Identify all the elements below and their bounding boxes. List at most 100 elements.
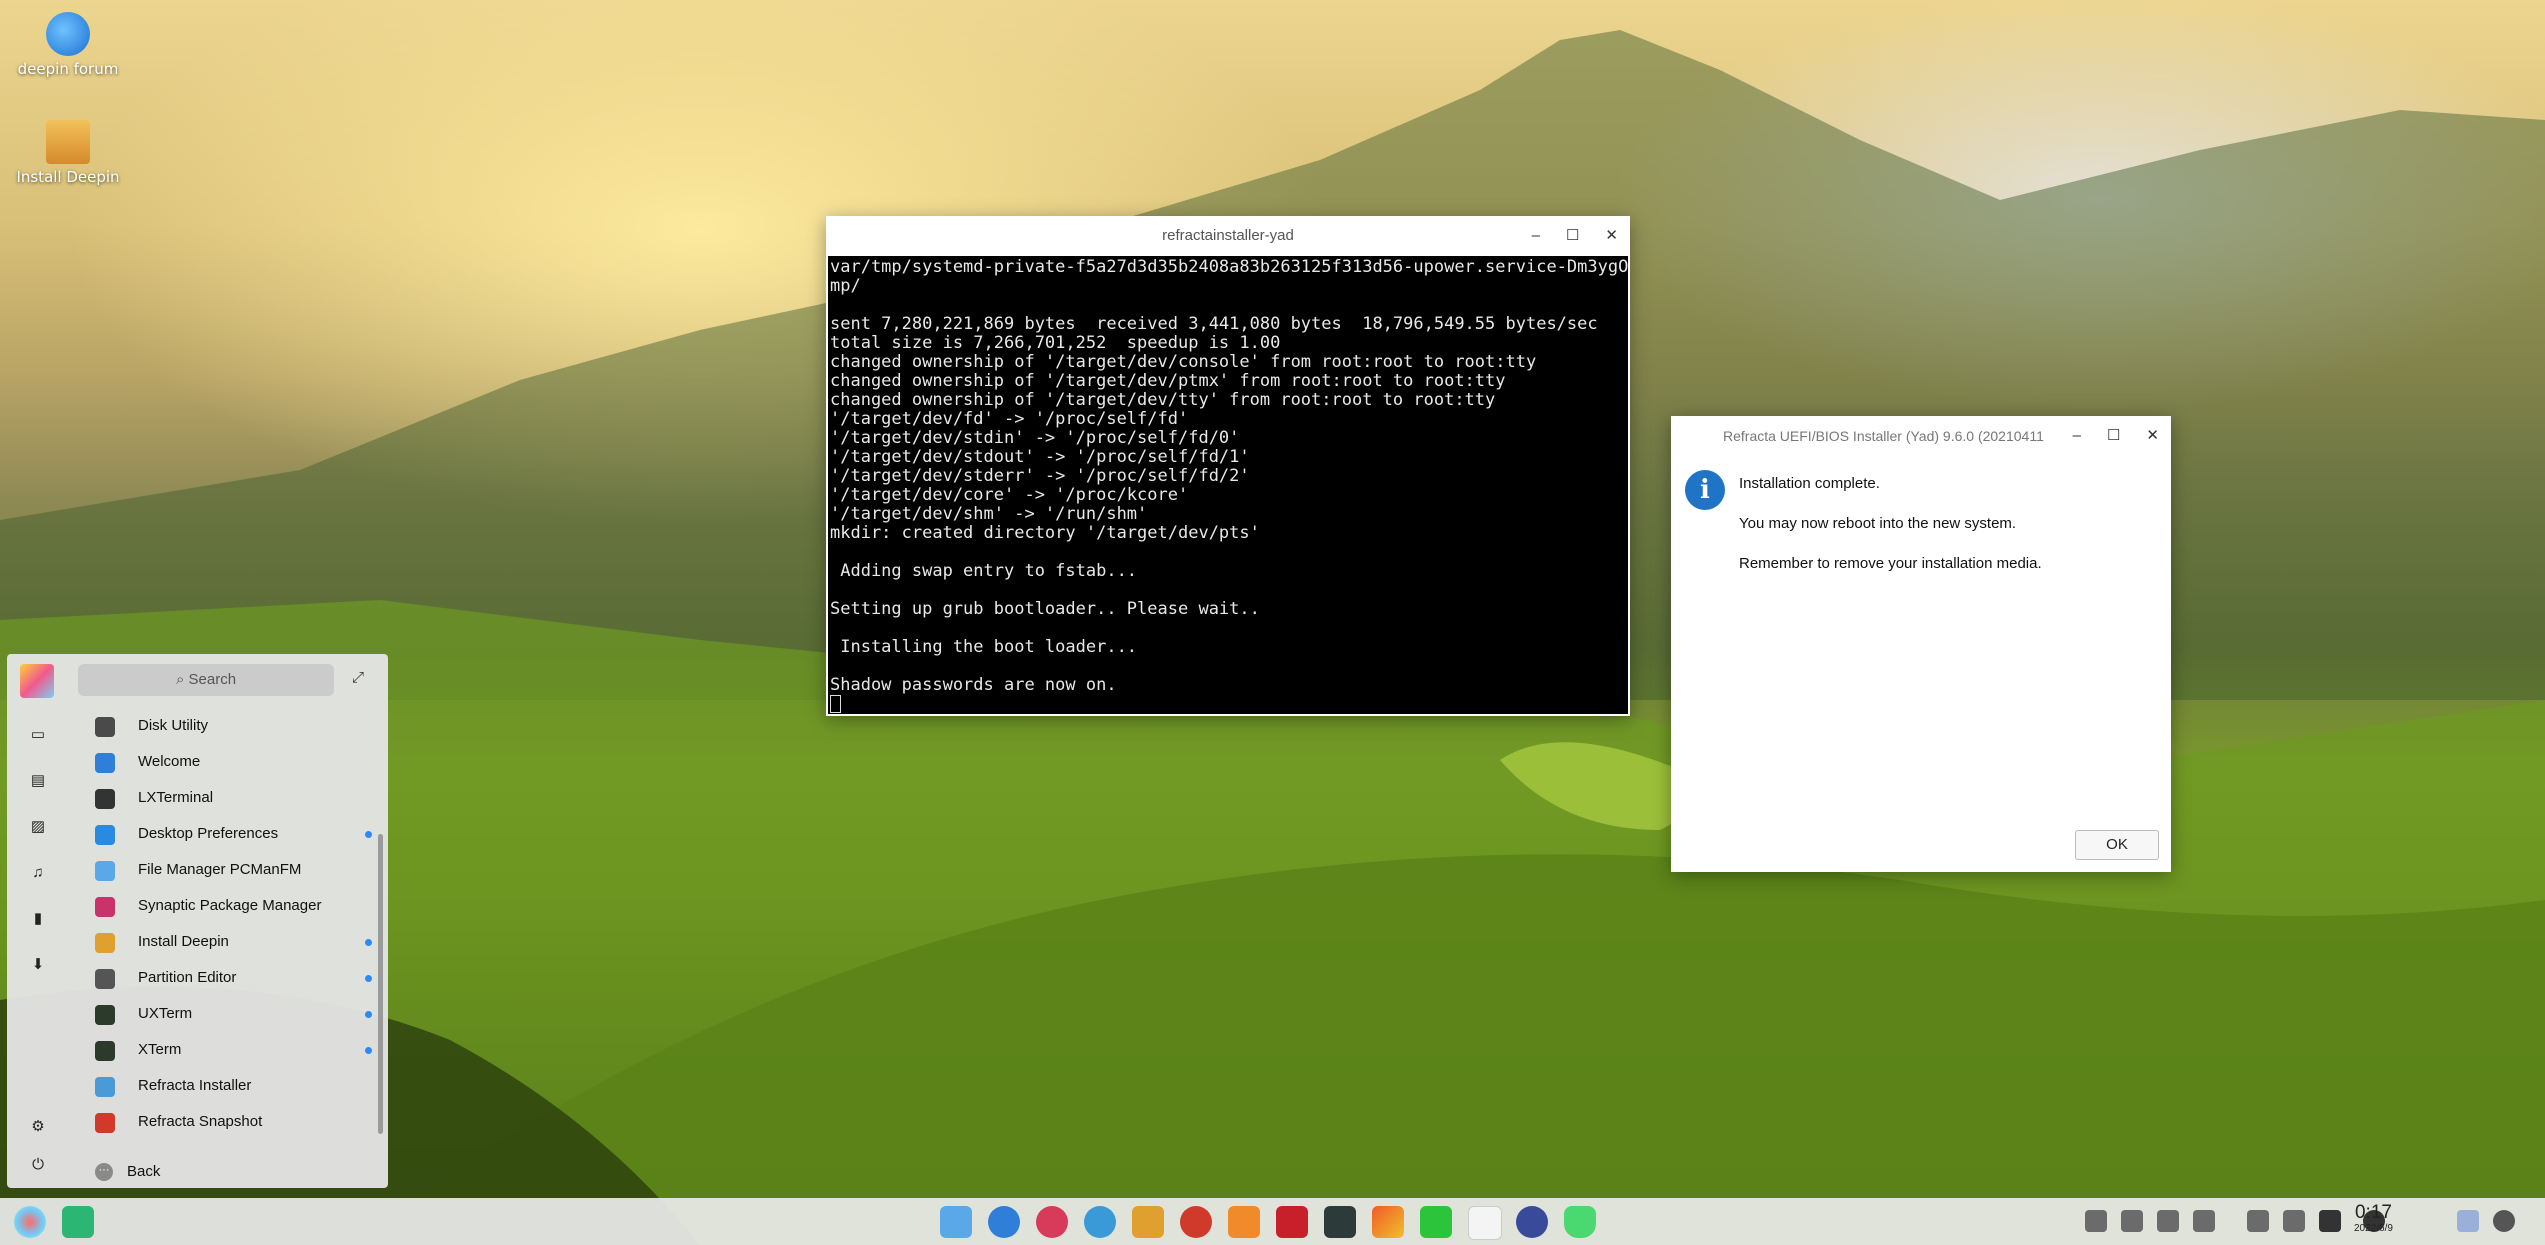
terminal-line: sent 7,280,221,869 bytes received 3,441,… [830, 314, 1598, 334]
maximize-icon[interactable]: ☐ [2107, 416, 2120, 456]
launcher-item[interactable]: Synaptic Package Manager [83, 888, 383, 924]
launcher-item[interactable]: Partition Editor [83, 960, 383, 996]
terminal-line: '/target/dev/stdout' -> '/proc/self/fd/1… [830, 447, 1250, 467]
chevron-right-icon[interactable] [2193, 1210, 2215, 1232]
refracta-installer-icon [95, 1077, 115, 1097]
terminal-titlebar[interactable]: refractainstaller-yad – ☐ ✕ [826, 216, 1630, 256]
dialog-titlebar[interactable]: Refracta UEFI/BIOS Installer (Yad) 9.6.0… [1671, 416, 2171, 456]
launcher-item[interactable]: File Manager PCManFM [83, 852, 383, 888]
launcher-item[interactable]: Disk Utility [83, 708, 383, 744]
volume-icon[interactable] [2121, 1210, 2143, 1232]
launcher-item[interactable]: XTerm [83, 1032, 383, 1068]
minimize-icon[interactable]: – [2073, 416, 2081, 456]
new-badge [365, 831, 372, 838]
image-viewer-icon[interactable] [1372, 1206, 1404, 1238]
screenshot-icon[interactable] [2247, 1210, 2269, 1232]
install-deepin-icon [46, 120, 90, 164]
settings-icon[interactable]: ⚙ [29, 1118, 47, 1136]
back-label: Back [127, 1163, 161, 1180]
scrollbar[interactable] [378, 834, 383, 1134]
launcher-item[interactable]: LXTerminal [83, 780, 383, 816]
launcher-item[interactable]: Refracta Installer [83, 1068, 383, 1104]
notification-icon[interactable] [2493, 1210, 2515, 1232]
close-icon[interactable]: ✕ [2146, 416, 2159, 456]
calendar-icon[interactable] [1468, 1206, 1502, 1240]
maximize-icon[interactable]: ☐ [1566, 216, 1579, 256]
pen-icon[interactable] [2157, 1210, 2179, 1232]
terminal-line: changed ownership of '/target/dev/ptmx' … [830, 371, 1506, 391]
launcher-item-label: Install Deepin [138, 933, 229, 950]
message-line: You may now reboot into the new system. [1739, 515, 2017, 532]
trash-icon[interactable] [2457, 1210, 2479, 1232]
search-icon[interactable] [2283, 1210, 2305, 1232]
terminal-output[interactable]: var/tmp/systemd-private-f5a27d3d35b2408a… [828, 256, 1628, 714]
new-badge [365, 1011, 372, 1018]
dialog-message: Installation complete. You may now reboo… [1739, 464, 2042, 584]
minimize-icon[interactable]: – [1532, 216, 1540, 256]
partition-editor-icon [95, 969, 115, 989]
search-icon: ⌕ [175, 671, 185, 688]
app-store-icon[interactable] [1228, 1206, 1260, 1238]
search-input[interactable]: ⌕ Search [78, 664, 334, 696]
file-manager-icon [95, 861, 115, 881]
launcher-item-label: Disk Utility [138, 717, 208, 734]
terminal-cursor [830, 695, 1626, 714]
desktop-icon-install-deepin[interactable]: Install Deepin [13, 120, 123, 186]
deepin-forum-icon [46, 12, 90, 56]
keyboard-icon[interactable] [2085, 1210, 2107, 1232]
lxterminal-icon [95, 789, 115, 809]
system-monitor-icon[interactable] [1516, 1206, 1548, 1238]
taskbar: 0:17 2022/6/9 [0, 1198, 2545, 1245]
avatar[interactable] [20, 664, 54, 698]
launcher-item-label: Welcome [138, 753, 201, 770]
cleaner-icon[interactable] [1564, 1206, 1596, 1238]
downloader-icon[interactable] [1036, 1206, 1068, 1238]
launcher-icon[interactable] [14, 1206, 46, 1238]
refracta-snapshot-icon[interactable] [1180, 1206, 1212, 1238]
clock[interactable]: 0:17 2022/6/9 [2354, 1203, 2393, 1235]
pictures-icon[interactable]: ▨ [29, 818, 47, 836]
terminal-line: var/tmp/systemd-private-f5a27d3d35b2408a… [830, 257, 1628, 277]
browser-icon[interactable] [988, 1206, 1020, 1238]
launcher-item[interactable]: Welcome [83, 744, 383, 780]
terminal-line: Installing the boot loader... [830, 637, 1138, 657]
back-button[interactable]: ··· Back [83, 1154, 383, 1190]
settings-icon[interactable] [1084, 1206, 1116, 1238]
installer-dialog[interactable]: Refracta UEFI/BIOS Installer (Yad) 9.6.0… [1671, 416, 2171, 872]
terminal-line: '/target/dev/stderr' -> '/proc/self/fd/2… [830, 466, 1250, 486]
message-line: Installation complete. [1739, 475, 1880, 492]
terminal-icon[interactable] [1276, 1206, 1308, 1238]
multitasking-icon[interactable] [62, 1206, 94, 1238]
music-icon[interactable]: ♫ [29, 864, 47, 882]
launcher-item[interactable]: Refracta Snapshot [83, 1104, 383, 1140]
display-icon[interactable] [2319, 1210, 2341, 1232]
downloads-icon[interactable]: ⬇ [29, 956, 47, 974]
documents-icon[interactable]: ▤ [29, 772, 47, 790]
launcher-item-label: LXTerminal [138, 789, 214, 806]
app-launcher[interactable]: ▭ ▤ ▨ ♫ ▮ ⬇ ⚙ ⏻ ⌕ Search ⤢ Disk Utility W… [7, 654, 388, 1188]
desktop-icon-deepin-forum[interactable]: deepin forum [13, 12, 123, 78]
install-deepin-icon[interactable] [1132, 1206, 1164, 1238]
computer-icon[interactable]: ▭ [29, 726, 47, 744]
xterm-icon[interactable] [1324, 1206, 1356, 1238]
terminal-line: changed ownership of '/target/dev/tty' f… [830, 390, 1496, 410]
install-deepin-icon [95, 933, 115, 953]
close-icon[interactable]: ✕ [1605, 216, 1618, 256]
terminal-line: Adding swap entry to fstab... [830, 561, 1138, 581]
videos-icon[interactable]: ▮ [29, 910, 47, 928]
ok-button[interactable]: OK [2075, 830, 2159, 860]
launcher-item-label: Refracta Snapshot [138, 1113, 263, 1130]
fullscreen-icon[interactable]: ⤢ [352, 669, 364, 686]
music-icon[interactable] [1420, 1206, 1452, 1238]
more-icon: ··· [95, 1163, 113, 1181]
launcher-item[interactable]: Desktop Preferences [83, 816, 383, 852]
new-badge [365, 975, 372, 982]
launcher-sidebar: ▭ ▤ ▨ ♫ ▮ ⬇ ⚙ ⏻ [7, 654, 67, 1188]
terminal-title: refractainstaller-yad [1162, 227, 1294, 244]
launcher-item[interactable]: UXTerm [83, 996, 383, 1032]
launcher-item-label: Synaptic Package Manager [138, 897, 322, 914]
launcher-item[interactable]: Install Deepin [83, 924, 383, 960]
file-manager-icon[interactable] [940, 1206, 972, 1238]
terminal-window[interactable]: refractainstaller-yad – ☐ ✕ var/tmp/syst… [826, 216, 1630, 716]
power-icon[interactable]: ⏻ [29, 1156, 47, 1174]
